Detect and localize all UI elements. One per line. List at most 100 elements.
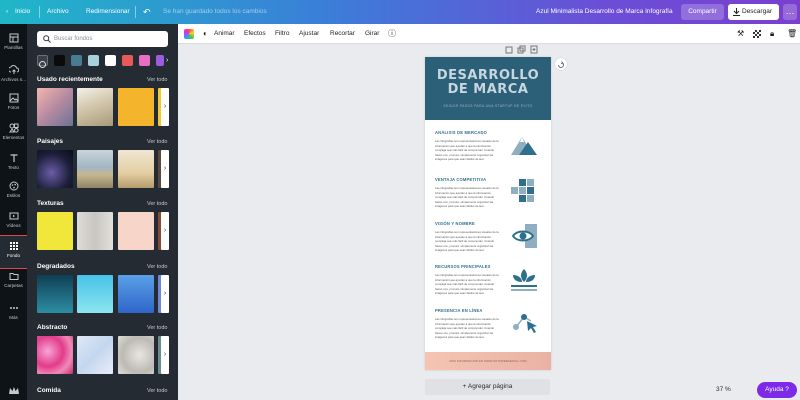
elements-icon — [8, 123, 19, 133]
background-thumbnail[interactable] — [118, 150, 154, 188]
mountain-icon[interactable] — [509, 129, 539, 159]
next-arrow-icon[interactable]: › — [161, 336, 169, 374]
eye-icon[interactable] — [509, 221, 539, 251]
see-all-link[interactable]: Ver todo — [147, 77, 168, 83]
background-thumbnail[interactable] — [118, 212, 154, 250]
adjust-button[interactable]: Ajustar — [299, 24, 319, 44]
infographic-title[interactable]: DESARROLLO DE MARCA — [425, 69, 551, 97]
color-picker-icon[interactable] — [37, 55, 48, 68]
rail-item-photos[interactable]: Fotos — [0, 88, 27, 120]
flip-button[interactable]: Girar — [365, 24, 379, 44]
section-body[interactable]: Las infografías son representaciones vis… — [435, 139, 499, 162]
section-heading[interactable]: RECURSOS PRINCIPALES — [435, 264, 491, 269]
search-input[interactable]: Buscar fondos — [37, 31, 168, 47]
background-thumbnail[interactable] — [37, 336, 73, 374]
page-tools — [505, 45, 538, 54]
lock-icon[interactable]: 🔒︎ — [770, 24, 774, 44]
animate-button[interactable]: Animar — [214, 24, 235, 44]
network-cursor-icon[interactable] — [509, 307, 539, 337]
crop-button[interactable]: Recortar — [330, 24, 355, 44]
background-thumbnail[interactable] — [37, 212, 73, 250]
section-title: Abstracto — [37, 324, 68, 331]
background-thumbnail[interactable] — [118, 88, 154, 126]
color-swatch[interactable] — [54, 55, 65, 66]
section-body[interactable]: Las infografías son representaciones vis… — [435, 273, 499, 296]
section-heading[interactable]: VENTAJA COMPETITIVA — [435, 177, 486, 182]
next-arrow-icon[interactable]: › — [161, 150, 169, 188]
resize-menu[interactable]: Redimensionar — [86, 0, 130, 24]
next-arrow-icon[interactable]: › — [161, 212, 169, 250]
document-title[interactable]: Azul Minimalista Desarrollo de Marca Inf… — [536, 0, 673, 24]
trash-icon[interactable]: 🗑︎ — [787, 24, 797, 44]
background-thumbnail[interactable] — [37, 275, 73, 313]
color-wheel-icon[interactable] — [184, 29, 194, 39]
plant-icon[interactable] — [509, 263, 539, 293]
rail-item-videos[interactable]: Vídeos — [0, 206, 27, 238]
help-button[interactable]: Ayuda ? — [757, 382, 797, 398]
back-chevron-icon[interactable]: ‹ — [6, 0, 8, 24]
section-heading[interactable]: VISIÓN Y NOMBRE — [435, 221, 475, 226]
add-page-button[interactable]: + Agregar página — [425, 379, 550, 395]
undo-icon[interactable]: ↶ — [143, 0, 151, 24]
background-thumbnail[interactable] — [118, 336, 154, 374]
color-swatch[interactable] — [156, 55, 164, 66]
download-button[interactable]: Descargar — [728, 4, 779, 20]
see-all-link[interactable]: Ver todo — [147, 139, 168, 145]
see-all-link[interactable]: Ver todo — [147, 201, 168, 207]
section-heading[interactable]: ANÁLISIS DE MERCADO — [435, 130, 487, 135]
rail-item-templates[interactable]: Plantillas — [0, 28, 27, 60]
see-all-link[interactable]: Ver todo — [147, 325, 168, 331]
color-swatch[interactable] — [105, 55, 116, 66]
background-thumbnail[interactable] — [118, 275, 154, 313]
background-thumbnail[interactable] — [37, 150, 73, 188]
rail-item-elements[interactable]: Elementos — [0, 118, 27, 150]
duplicate-icon[interactable] — [517, 45, 526, 54]
background-thumbnail[interactable] — [77, 88, 113, 126]
section-body[interactable]: Las infografías son representaciones vis… — [435, 186, 499, 209]
rail-item-styles[interactable]: Estilos — [0, 176, 27, 208]
see-all-link[interactable]: Ver todo — [147, 264, 168, 270]
section-body[interactable]: Las infografías son representaciones vis… — [435, 317, 499, 340]
note-icon[interactable] — [505, 46, 513, 54]
section-title: Comida — [37, 387, 61, 394]
add-page-icon[interactable] — [530, 45, 538, 54]
chevron-right-icon[interactable]: › — [166, 55, 172, 66]
rail-label: Vídeos — [6, 223, 21, 228]
home-link[interactable]: Inicio — [15, 0, 30, 24]
paint-roller-icon[interactable]: ⚒ — [737, 24, 744, 44]
rail-label: Estilos — [6, 193, 21, 198]
zoom-level[interactable]: 37 % — [716, 386, 731, 393]
color-swatch[interactable] — [88, 55, 99, 66]
background-thumbnail[interactable] — [77, 212, 113, 250]
background-thumbnail[interactable] — [77, 275, 113, 313]
see-all-link[interactable]: Ver todo — [147, 388, 168, 394]
photos-icon — [9, 93, 18, 103]
crown-icon[interactable] — [9, 387, 19, 395]
next-arrow-icon[interactable]: › — [161, 275, 169, 313]
more-options-icon[interactable]: … — [783, 4, 797, 20]
rail-item-background[interactable]: Fondo — [0, 235, 28, 269]
share-button[interactable]: Compartir — [681, 4, 724, 20]
rail-item-more[interactable]: Más — [0, 298, 27, 330]
background-thumbnail[interactable] — [77, 336, 113, 374]
color-swatch[interactable] — [71, 55, 82, 66]
grid-squares-icon[interactable] — [509, 177, 539, 207]
filter-button[interactable]: Filtro — [275, 24, 289, 44]
background-thumbnail[interactable] — [77, 150, 113, 188]
rail-item-folders[interactable]: Carpetas — [0, 266, 27, 298]
effects-button[interactable]: Efectos — [244, 24, 266, 44]
color-swatch[interactable] — [139, 55, 150, 66]
file-menu[interactable]: Archivo — [47, 0, 69, 24]
next-arrow-icon[interactable]: › — [161, 88, 169, 126]
background-thumbnail[interactable] — [37, 88, 73, 126]
transparency-icon[interactable] — [753, 30, 761, 38]
design-page[interactable]: DESARROLLO DE MARCA SEGUIR PASOS PARA UN… — [425, 57, 551, 370]
section-heading[interactable]: PRESENCIA EN LÍNEA — [435, 308, 483, 313]
rotate-icon[interactable] — [555, 58, 567, 70]
color-swatch[interactable] — [122, 55, 133, 66]
info-icon[interactable]: ⓘ — [388, 24, 396, 44]
infographic-subtitle[interactable]: SEGUIR PASOS PARA UNA STARTUP DE ÉXITO — [425, 104, 551, 108]
infographic-footer[interactable]: MÁS INFORMACIÓN EN WWW.SITIOWEBGENIAL.CO… — [425, 352, 551, 370]
background-icon — [9, 242, 18, 250]
section-body[interactable]: Las infografías son representaciones vis… — [435, 230, 499, 253]
